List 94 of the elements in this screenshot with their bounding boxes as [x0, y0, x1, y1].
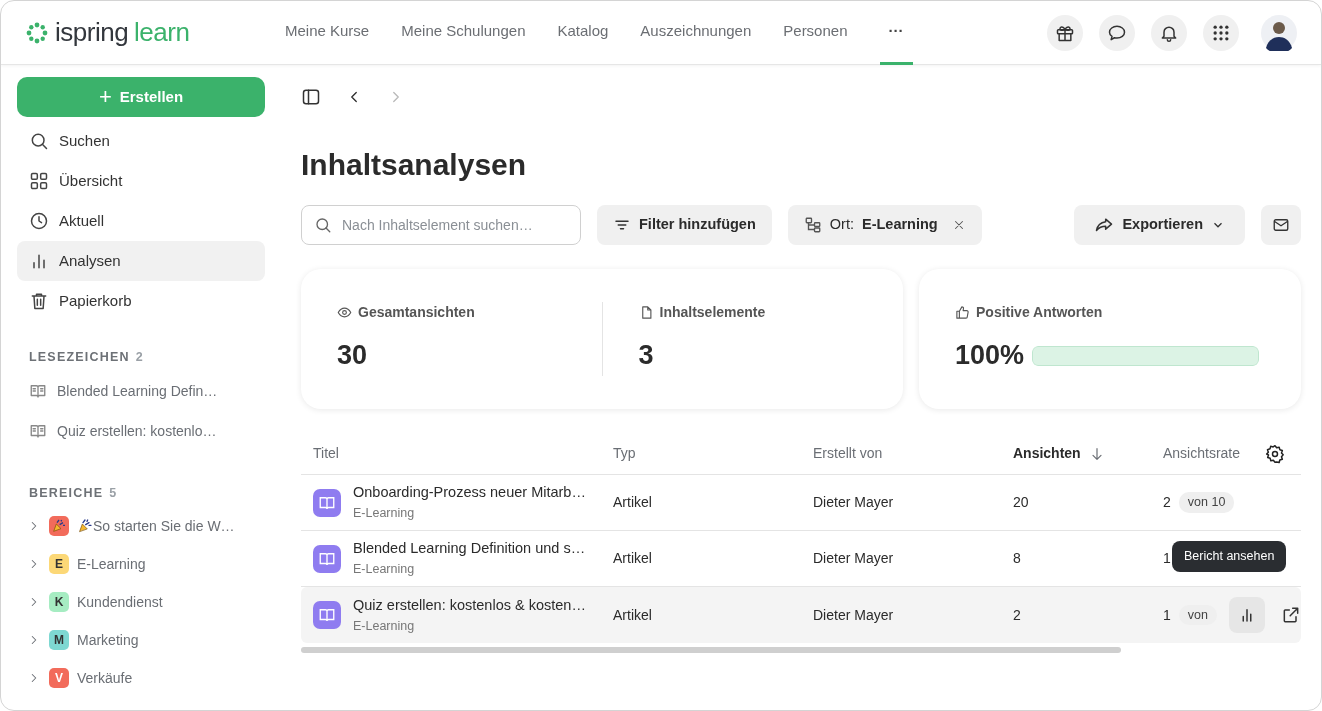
clock-icon: [29, 211, 49, 231]
item-title[interactable]: Onboarding-Prozess neuer Mitarb…: [353, 482, 586, 504]
apps-grid-button[interactable]: [1203, 14, 1239, 51]
area-label: So starten Sie die W…: [93, 516, 235, 536]
filter-button[interactable]: Filter hinzufügen: [597, 205, 772, 245]
book-icon: [29, 382, 47, 400]
table-cell: 2: [1013, 606, 1021, 623]
rate-badge: von 10: [1178, 492, 1235, 513]
section-heading: LESEZEICHEN: [29, 348, 130, 366]
area-label: E-Learning: [77, 554, 146, 574]
area-item[interactable]: K Kundendienst: [17, 583, 265, 621]
column-header[interactable]: Titel: [313, 443, 339, 464]
table-cell: Dieter Mayer: [813, 550, 894, 566]
area-badge: E: [49, 554, 69, 574]
area-badge: V: [49, 668, 69, 688]
column-header[interactable]: Erstellt von: [813, 443, 883, 464]
chat-bubble-button[interactable]: [1099, 14, 1135, 51]
thumbs-up-icon: [955, 305, 970, 321]
rate-badge: von: [1178, 604, 1217, 626]
book-icon: [29, 422, 47, 440]
stat-label: Positive Antworten: [976, 303, 1103, 323]
stat-value: 3: [638, 339, 655, 373]
table-cell: Dieter Mayer: [813, 494, 894, 510]
gift-button[interactable]: [1047, 14, 1083, 51]
bookmark-item[interactable]: Quiz erstellen: kostenlo…: [17, 411, 265, 451]
sidebar-item[interactable]: Aktuell: [17, 201, 265, 241]
area-item[interactable]: M Marketing: [17, 621, 265, 659]
sidebar-item[interactable]: Übersicht: [17, 161, 265, 201]
nav-link[interactable]: Meine Kurse: [285, 1, 370, 65]
bookmark-item[interactable]: Blended Learning Defin…: [17, 371, 265, 411]
settings-icon[interactable]: [1265, 443, 1285, 464]
email-button[interactable]: [1261, 205, 1301, 245]
stat-value: 100%: [955, 339, 1025, 373]
table-cell: 8: [1013, 550, 1021, 566]
sidebar-item[interactable]: Suchen: [17, 121, 265, 161]
item-area: E-Learning: [353, 504, 586, 523]
location-filter-chip[interactable]: Ort: E-Learning: [787, 205, 982, 245]
mail-icon: [1272, 216, 1290, 234]
area-item[interactable]: E E-Learning: [17, 545, 265, 583]
nav-link[interactable]: Meine Schulungen: [401, 1, 526, 65]
table-cell: Artikel: [613, 606, 652, 623]
stat-label: Inhaltselemente: [659, 303, 766, 323]
table-cell: Artikel: [613, 550, 652, 566]
area-label: Kundendienst: [77, 592, 163, 612]
table-cell: Artikel: [613, 494, 652, 510]
table-cell-text: 2: [1163, 493, 1171, 512]
more-menu[interactable]: ···: [879, 1, 913, 65]
page-title: Inhaltsanalysen: [301, 147, 528, 183]
party-popper-icon: [77, 518, 93, 534]
column-header[interactable]: Ansichtsrate: [1163, 443, 1241, 464]
logo-icon: [25, 20, 49, 45]
item-area: E-Learning: [353, 616, 586, 636]
bell-button[interactable]: [1151, 14, 1187, 51]
avatar[interactable]: [1261, 14, 1297, 51]
area-badge: K: [49, 592, 69, 612]
trash-icon: [29, 291, 49, 311]
nav-link[interactable]: Katalog: [557, 1, 609, 65]
count-label: 5: [109, 484, 118, 502]
sidebar-item[interactable]: Analysen: [17, 241, 265, 281]
table-cell-text: 1: [1163, 549, 1171, 568]
logo-text: ispring: [55, 16, 129, 49]
export-button[interactable]: Exportieren: [1074, 205, 1245, 245]
nav-link[interactable]: Auszeichnungen: [640, 1, 752, 65]
area-item[interactable]: V Verkäufe: [17, 659, 265, 697]
area-badge: M: [49, 630, 69, 650]
stat-value: 30: [337, 339, 369, 373]
sidebar-item[interactable]: Papierkorb: [17, 281, 265, 321]
report-button[interactable]: [1228, 597, 1265, 633]
stat-label: Gesamtansichten: [358, 303, 475, 323]
hierarchy-icon: [803, 216, 822, 234]
column-header[interactable]: Typ: [613, 443, 636, 464]
nav-link[interactable]: Personen: [783, 1, 848, 65]
eye-icon: [337, 305, 352, 321]
grid-icon: [29, 171, 49, 191]
book-icon: [318, 606, 336, 624]
search-icon: [314, 216, 332, 234]
count-label: 2: [135, 348, 144, 366]
search-field[interactable]: Nach Inhaltselement suchen…: [301, 205, 581, 245]
item-area: E-Learning: [353, 560, 586, 579]
item-title[interactable]: Quiz erstellen: kostenlos & kosten…: [353, 594, 586, 617]
table-cell-text: 1: [1163, 605, 1171, 625]
area-label: Verkäufe: [77, 668, 133, 688]
area-label: Marketing: [77, 630, 139, 650]
sidebar-toggle-icon[interactable]: [301, 87, 321, 107]
item-title[interactable]: Blended Learning Definition und s…: [353, 538, 586, 560]
tooltip: Bericht ansehen: [1172, 541, 1287, 572]
table-cell: Dieter Mayer: [813, 606, 894, 623]
section-heading: BEREICHE: [29, 484, 104, 502]
area-item[interactable]: So starten Sie die W…: [17, 507, 265, 545]
logo-text: learn: [134, 16, 190, 49]
column-header[interactable]: Ansichten: [1013, 443, 1081, 464]
scrollbar[interactable]: [301, 647, 1121, 653]
table-cell: 20: [1013, 494, 1029, 510]
search-icon: [29, 131, 49, 151]
